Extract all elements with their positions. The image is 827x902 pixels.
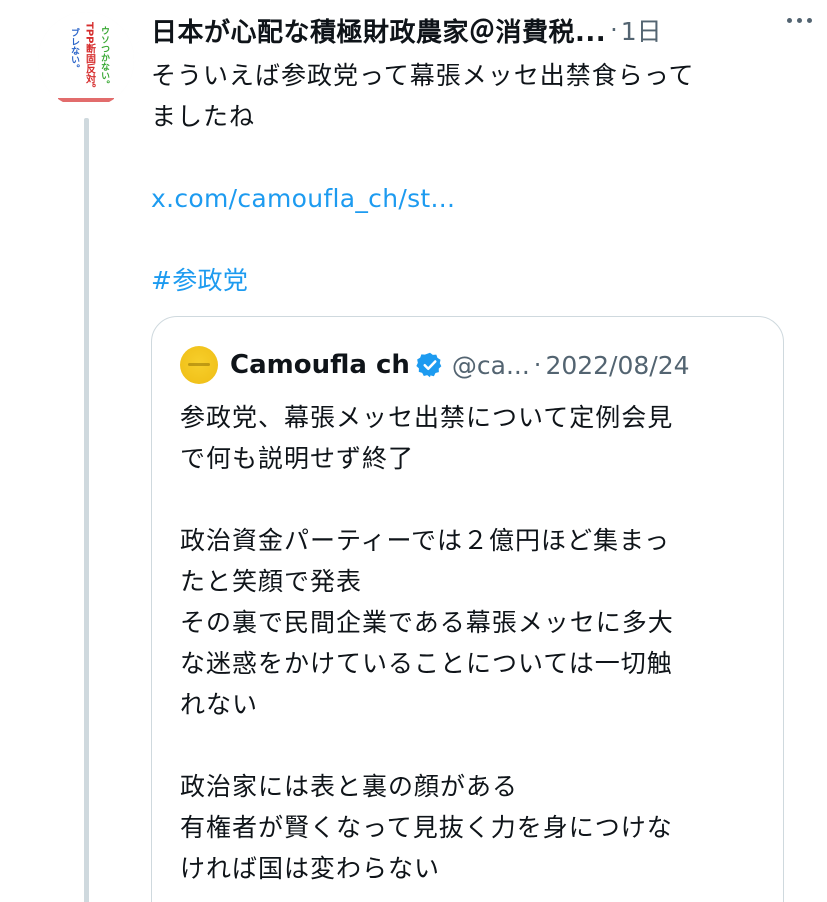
- quoted-tweet-text: 参政党、幕張メッセ出禁について定例会見 で何も説明せず終了 政治資金パーティーで…: [180, 397, 770, 889]
- quoted-text-line: な迷惑をかけていることについては一切触: [180, 649, 673, 678]
- avatar[interactable]: ウソつかない。 TPP断固反対。 ブレない。: [38, 12, 134, 108]
- quoted-text-line: 政治家には表と裏の顔がある: [180, 772, 519, 801]
- display-name[interactable]: 日本が心配な積極財政農家＠消費税...: [151, 12, 606, 49]
- separator: ·: [610, 16, 618, 44]
- more-horizontal-icon[interactable]: [779, 4, 819, 36]
- quoted-display-name[interactable]: Camoufla ch: [230, 350, 410, 380]
- quoted-text-line: 参政党、幕張メッセ出禁について定例会見: [180, 403, 674, 432]
- tweet-text: そういえば参政党って幕張メッセ出禁食らって ましたね x.com/camoufl…: [151, 55, 801, 301]
- quoted-tweet[interactable]: Camoufla ch @ca... · 2022/08/24 参政党、幕張メッ…: [151, 316, 784, 902]
- quoted-text-line: で何も説明せず終了: [180, 444, 415, 473]
- quoted-text-line: 有権者が賢くなって見抜く力を身につけな: [180, 813, 673, 842]
- thread-line: [84, 118, 89, 902]
- avatar-text-1: ウソつかない。: [99, 26, 110, 89]
- avatar-image: ウソつかない。 TPP断固反対。 ブレない。: [38, 12, 134, 108]
- tweet-header: 日本が心配な積極財政農家＠消費税... · 1日: [151, 10, 811, 50]
- quoted-date: 2022/08/24: [545, 350, 690, 380]
- avatar-text-3: ブレない。: [69, 27, 80, 73]
- quoted-text-line: ければ国は変わらない: [180, 854, 441, 883]
- verified-badge-icon: [416, 352, 442, 378]
- tweet-text-line: ましたね: [151, 102, 256, 131]
- quoted-avatar[interactable]: [180, 346, 218, 384]
- tweet-text-line: そういえば参政党って幕張メッセ出禁食らって: [151, 61, 695, 90]
- quoted-tweet-header: Camoufla ch @ca... · 2022/08/24: [180, 345, 690, 385]
- tweet-link[interactable]: x.com/camoufla_ch/st...: [151, 178, 801, 219]
- quoted-text-line: たと笑顔で発表: [180, 567, 363, 596]
- tweet[interactable]: ウソつかない。 TPP断固反対。 ブレない。 日本が心配な積極財政農家＠消費税.…: [0, 0, 827, 902]
- quoted-text-line: れない: [180, 690, 259, 719]
- hashtag-link[interactable]: #参政党: [151, 260, 801, 301]
- separator: ·: [533, 351, 542, 379]
- quoted-text-line: その裏で民間企業である幕張メッセに多大: [180, 608, 674, 637]
- quoted-handle: @ca...: [451, 350, 530, 380]
- quoted-text-line: 政治資金パーティーでは２億円ほど集まっ: [180, 526, 671, 555]
- timestamp[interactable]: 1日: [621, 12, 662, 48]
